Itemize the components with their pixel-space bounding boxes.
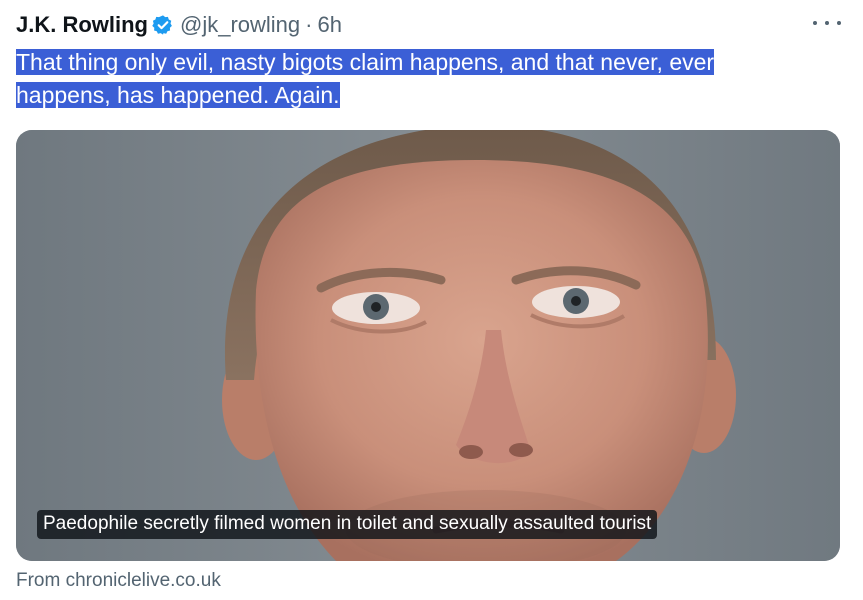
author-name[interactable]: J.K. Rowling: [16, 12, 148, 38]
more-dot: [813, 21, 817, 25]
tweet-card: J.K. Rowling @jk_rowling · 6h That thing…: [0, 0, 863, 600]
header-separator: ·: [305, 12, 313, 37]
verified-badge-icon[interactable]: [152, 14, 174, 36]
tweet-timestamp[interactable]: 6h: [317, 12, 341, 38]
author-handle[interactable]: @jk_rowling: [180, 12, 300, 38]
mugshot-photo: [16, 130, 840, 561]
link-card-image[interactable]: Paedophile secretly filmed women in toil…: [16, 130, 840, 561]
link-card-title: Paedophile secretly filmed women in toil…: [37, 510, 658, 539]
more-dot: [825, 21, 829, 25]
link-card-source[interactable]: From chroniclelive.co.uk: [16, 570, 221, 592]
more-options-icon[interactable]: [813, 10, 841, 36]
tweet-header: J.K. Rowling @jk_rowling · 6h: [16, 8, 342, 42]
tweet-text-selected: That thing only evil, nasty bigots claim…: [16, 49, 715, 108]
more-dot: [837, 21, 841, 25]
tweet-text: That thing only evil, nasty bigots claim…: [16, 46, 796, 112]
